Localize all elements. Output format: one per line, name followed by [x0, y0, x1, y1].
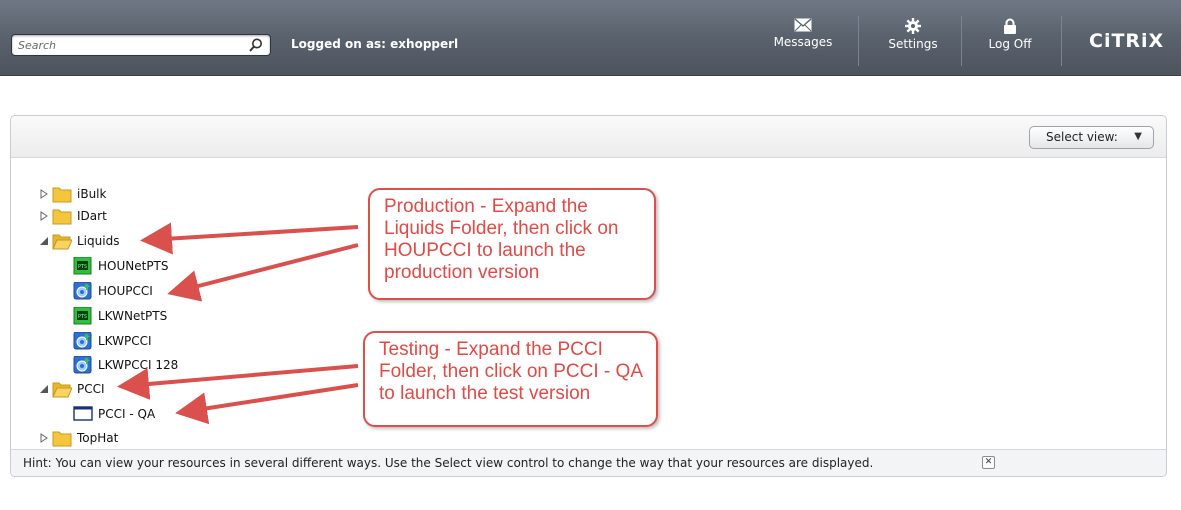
arrow-to-liquids — [140, 222, 359, 255]
production-callout: Production - Expand the Liquids Folder, … — [368, 188, 656, 300]
production-callout-text: Production - Expand the Liquids Folder, … — [384, 196, 619, 283]
arrow-to-pcci-qa — [175, 383, 359, 425]
arrow-to-pcci — [117, 364, 359, 400]
testing-callout: Testing - Expand the PCCI Folder, then c… — [363, 331, 658, 427]
arrow-to-houpcci — [167, 243, 359, 302]
testing-callout-text: Testing - Expand the PCCI Folder, then c… — [379, 339, 642, 404]
